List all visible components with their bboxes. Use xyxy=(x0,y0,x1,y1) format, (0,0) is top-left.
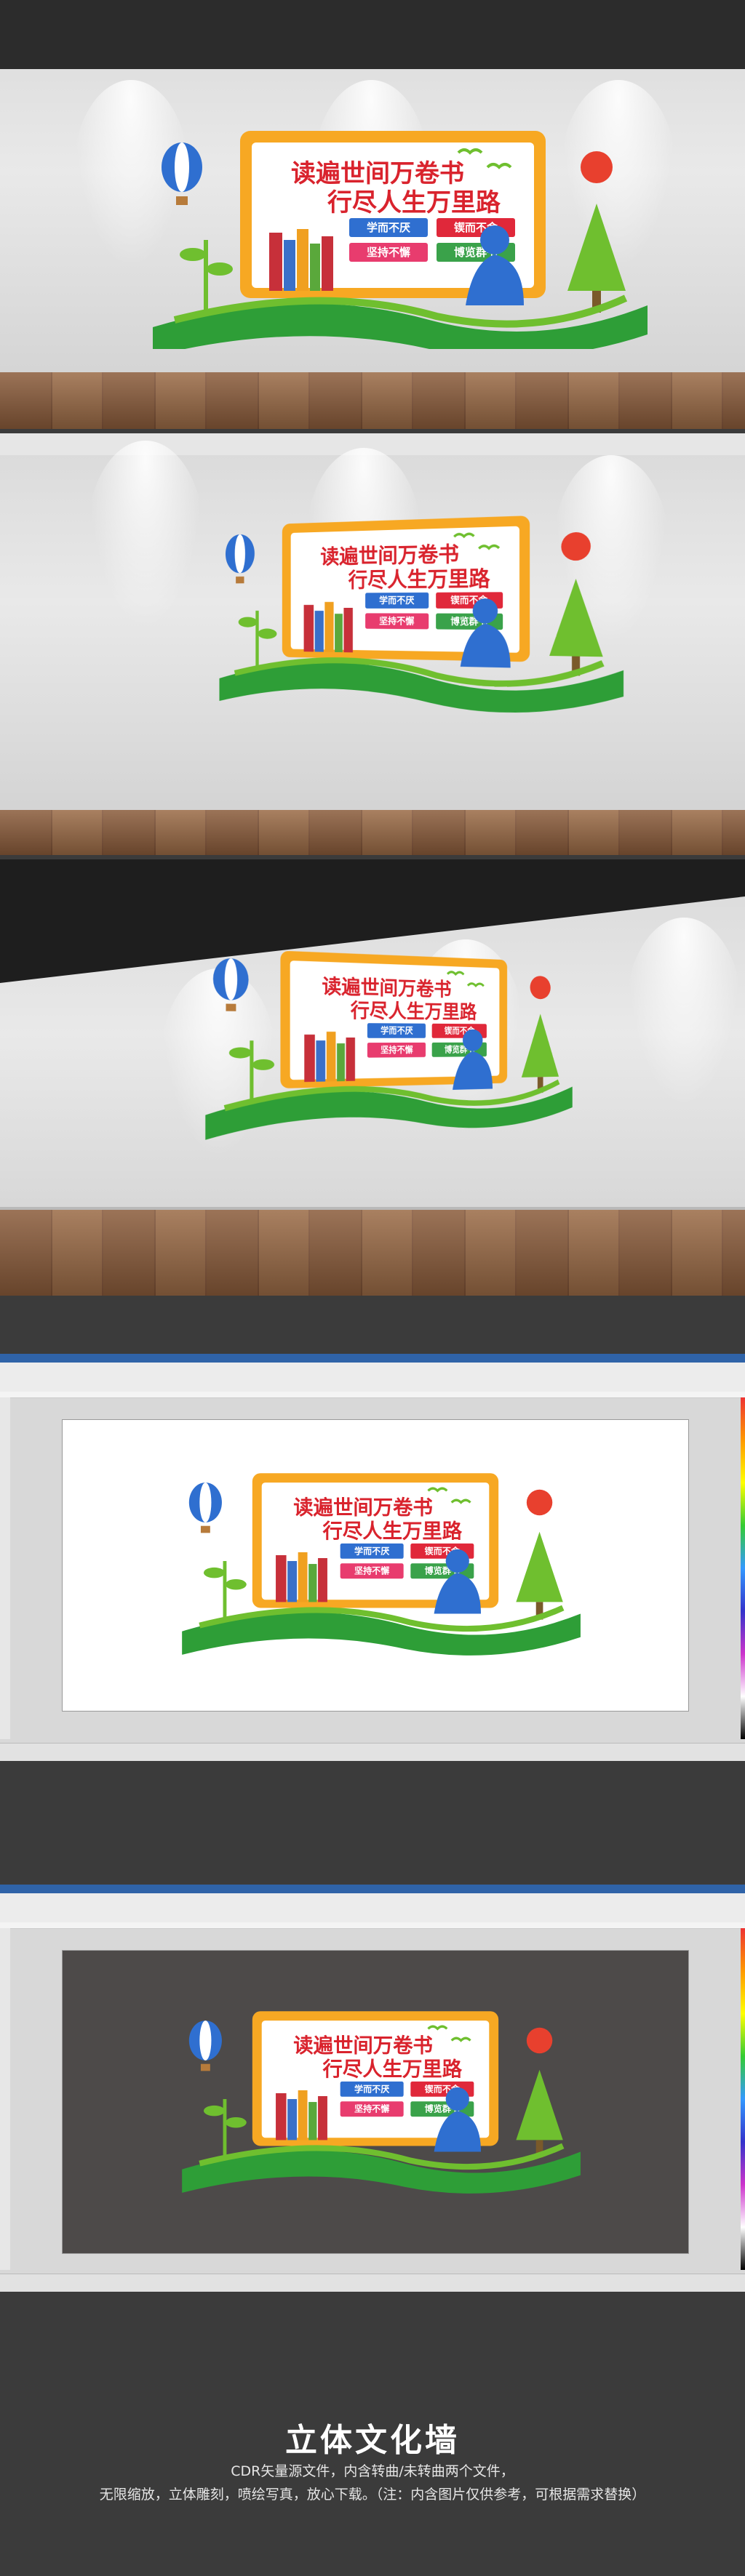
cad-left-toolbox xyxy=(0,1397,10,1739)
plant-icon xyxy=(229,1040,274,1102)
cad-toolbar xyxy=(0,1893,745,1923)
footer-line-2: 无限缩放，立体雕刻，喷绘写真，放心下载。（注：内含图片仅供参考，可根据需求替换） xyxy=(0,2484,745,2503)
books-icon xyxy=(304,1032,355,1082)
sign-artwork: 读遍世间万卷书 行尽人生万里路 学而不厌 锲而不舍 坚持不懈 博览群书 xyxy=(186,917,577,1158)
slogan-line-1: 读遍世间万卷书 xyxy=(322,976,451,1001)
tag-0: 学而不厌 xyxy=(349,218,428,237)
tag-2: 坚持不懈 xyxy=(340,2101,404,2116)
mockup-panel-1: 读遍世间万卷书 行尽人生万里路 学而不厌 锲而不舍 坚持不懈 博览群书 xyxy=(0,0,745,429)
svg-text:学而不厌: 学而不厌 xyxy=(354,1545,390,1556)
mockup-panel-3: 读遍世间万卷书 行尽人生万里路 学而不厌 锲而不舍 坚持不懈 博览群书 xyxy=(0,859,745,1296)
svg-text:学而不厌: 学而不厌 xyxy=(367,221,410,234)
culture-wall-sign: 读遍世间万卷书 行尽人生万里路 学而不厌 锲而不舍 坚持不懈 博览群书 xyxy=(164,1987,586,2205)
tag-2: 坚持不懈 xyxy=(349,243,428,262)
tree-icon xyxy=(516,2070,562,2158)
sun-icon xyxy=(581,151,613,183)
plant-icon xyxy=(204,1561,247,1620)
balloon-icon xyxy=(162,143,202,205)
balloon-icon xyxy=(226,534,255,583)
balloon-icon xyxy=(189,1482,222,1533)
cad-window-1: 读遍世间万卷书 行尽人生万里路 学而不厌 锲而不舍 坚持不懈 博览群书 xyxy=(0,1354,745,1761)
tag-0: 学而不厌 xyxy=(367,1023,426,1038)
sign-artwork: 读遍世间万卷书 行尽人生万里路 学而不厌 锲而不舍 坚持不懈 博览群书 xyxy=(204,489,631,726)
cad-menubar xyxy=(0,1354,745,1363)
tree-icon xyxy=(567,204,626,313)
cad-statusbar xyxy=(0,2274,745,2292)
culture-wall-sign: 读遍世间万卷书 行尽人生万里路 学而不厌 锲而不舍 坚持不懈 博览群书 xyxy=(131,124,655,349)
svg-text:学而不厌: 学而不厌 xyxy=(381,1025,413,1036)
spotlight xyxy=(87,441,204,630)
tag-0: 学而不厌 xyxy=(365,593,429,609)
plant-icon xyxy=(239,611,277,668)
slogan-line-2: 行尽人生万里路 xyxy=(327,188,501,217)
divider xyxy=(0,1761,745,1892)
cad-ruler xyxy=(0,1392,745,1398)
plant-icon xyxy=(204,2099,247,2158)
sun-icon xyxy=(530,976,551,1000)
books-icon xyxy=(276,2090,327,2140)
cad-toolbar xyxy=(0,1363,745,1392)
svg-text:坚持不懈: 坚持不懈 xyxy=(354,1565,389,1576)
cad-left-toolbox xyxy=(0,1928,10,2270)
slogan-line-1: 读遍世间万卷书 xyxy=(293,1496,433,1520)
culture-wall-sign: 读遍世间万卷书 行尽人生万里路 学而不厌 锲而不舍 坚持不懈 博览群书 xyxy=(186,917,577,1158)
sun-icon xyxy=(527,1490,552,1515)
wood-floor xyxy=(0,810,745,855)
svg-text:坚持不懈: 坚持不懈 xyxy=(354,2103,389,2114)
cad-menubar xyxy=(0,1885,745,1893)
svg-text:坚持不懈: 坚持不懈 xyxy=(381,1044,413,1055)
culture-wall-sign: 读遍世间万卷书 行尽人生万里路 学而不厌 锲而不舍 坚持不懈 博览群书 xyxy=(204,489,631,726)
tree-icon xyxy=(516,1532,562,1620)
svg-text:学而不厌: 学而不厌 xyxy=(379,595,415,606)
cad-window-2: 读遍世间万卷书 行尽人生万里路 学而不厌 锲而不舍 坚持不懈 博览群书 xyxy=(0,1885,745,2292)
books-icon xyxy=(269,229,333,291)
balloon-icon xyxy=(189,2021,222,2071)
sun-icon xyxy=(527,2028,552,2053)
tag-0: 学而不厌 xyxy=(340,1544,404,1559)
cad-canvas: 读遍世间万卷书 行尽人生万里路 学而不厌 锲而不舍 坚持不懈 博览群书 xyxy=(62,1419,689,1712)
sign-artwork: 读遍世间万卷书 行尽人生万里路 学而不厌 锲而不舍 坚持不懈 博览群书 xyxy=(131,124,655,349)
tag-2: 坚持不懈 xyxy=(365,613,429,629)
tag-2: 坚持不懈 xyxy=(367,1043,426,1058)
mockup-panel-2: 读遍世间万卷书 行尽人生万里路 学而不厌 锲而不舍 坚持不懈 博览群书 xyxy=(0,433,745,855)
tag-0: 学而不厌 xyxy=(340,2082,404,2097)
sign-artwork: 读遍世间万卷书 行尽人生万里路 学而不厌 锲而不舍 坚持不懈 博览群书 xyxy=(164,1449,586,1667)
spotlight xyxy=(626,918,742,1107)
divider xyxy=(0,1296,745,1354)
tree-icon xyxy=(522,1014,559,1094)
svg-text:学而不厌: 学而不厌 xyxy=(354,2083,390,2094)
ceiling xyxy=(0,0,745,69)
color-palette xyxy=(741,1397,745,1739)
plant-icon xyxy=(180,240,233,313)
tag-2: 坚持不懈 xyxy=(340,1563,404,1578)
tree-icon xyxy=(549,579,603,677)
svg-text:坚持不懈: 坚持不懈 xyxy=(367,246,410,259)
cad-ruler xyxy=(0,1922,745,1929)
sign-artwork: 读遍世间万卷书 行尽人生万里路 学而不厌 锲而不舍 坚持不懈 博览群书 xyxy=(164,1987,586,2205)
svg-text:坚持不懈: 坚持不懈 xyxy=(379,616,415,627)
footer-line-1: CDR矢量源文件，内含转曲/未转曲两个文件， xyxy=(0,2460,745,2480)
slogan-line-1: 读遍世间万卷书 xyxy=(293,2034,433,2058)
cad-canvas: 读遍世间万卷书 行尽人生万里路 学而不厌 锲而不舍 坚持不懈 博览群书 xyxy=(62,1950,689,2254)
slogan-line-1: 读遍世间万卷书 xyxy=(291,159,464,188)
books-icon xyxy=(304,602,353,653)
slogan-line-2: 行尽人生万里路 xyxy=(350,999,477,1023)
footer-title: 立体文化墙 xyxy=(0,2414,745,2460)
cad-statusbar xyxy=(0,1743,745,1761)
books-icon xyxy=(276,1552,327,1602)
color-palette xyxy=(741,1928,745,2270)
sun-icon xyxy=(561,531,590,561)
slogan-line-2: 行尽人生万里路 xyxy=(322,2058,463,2081)
slogan-line-2: 行尽人生万里路 xyxy=(322,1520,463,1543)
balloon-icon xyxy=(213,958,249,1011)
culture-wall-sign: 读遍世间万卷书 行尽人生万里路 学而不厌 锲而不舍 坚持不懈 博览群书 xyxy=(164,1449,586,1667)
wood-floor xyxy=(0,372,745,429)
slogan-line-1: 读遍世间万卷书 xyxy=(320,542,459,569)
wood-floor xyxy=(0,1210,745,1296)
slogan-line-2: 行尽人生万里路 xyxy=(348,566,490,593)
